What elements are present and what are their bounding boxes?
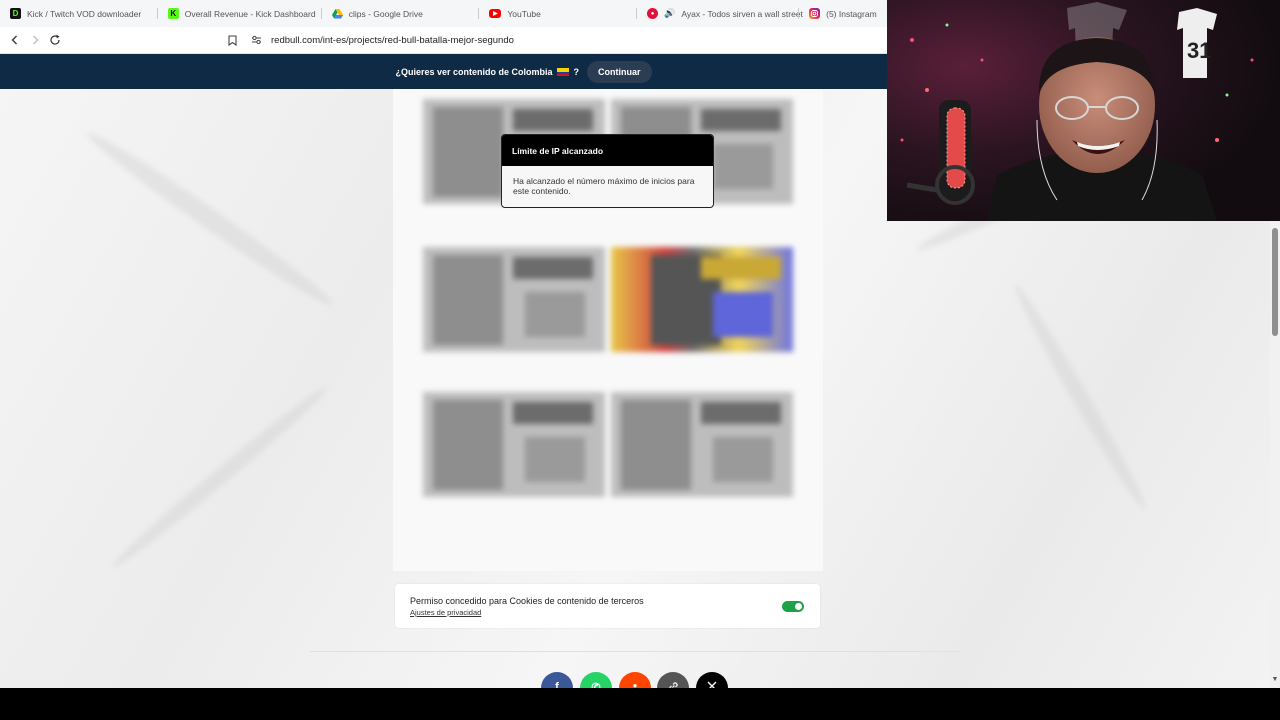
forward-icon[interactable] [25,30,45,50]
tab-label: Ayax - Todos sirven a wall street [681,8,803,19]
tab-label: clips - Google Drive [348,8,423,19]
ip-limit-dialog: Límite de IP alcanzado Ha alcanzado el n… [501,134,714,208]
youtube-icon [489,9,502,18]
country-question-text: ¿Quieres ver contenido de Colombia [395,66,553,77]
webcam-overlay: 31 [887,0,1280,221]
video-thumbnail[interactable] [611,392,793,497]
google-drive-icon [331,8,343,19]
bottom-black-bar [0,688,1280,720]
page-scrollbar[interactable]: ▼ [1270,221,1280,688]
speaker-icon[interactable]: 🔊 [664,8,675,19]
scroll-thumb[interactable] [1272,228,1278,336]
svg-text:31: 31 [1187,38,1211,63]
url-field[interactable]: redbull.com/int-es/projects/red-bull-bat… [271,35,514,46]
tab-vod-downloader[interactable]: D Kick / Twitch VOD downloader [0,0,158,27]
cookie-consent: Permiso concedido para Cookies de conten… [395,584,820,628]
tab-youtube[interactable]: YouTube [479,0,638,27]
tab-label: Kick / Twitch VOD downloader [27,8,142,19]
video-thumbnail[interactable] [611,247,793,352]
country-banner: ¿Quieres ver contenido de Colombia ? Con… [0,54,887,89]
tab-label: YouTube [507,8,541,19]
webcam-feed: 31 [887,0,1280,221]
bookmark-icon[interactable] [225,33,239,47]
music-icon: ● [647,8,659,19]
browser-toolbar: redbull.com/int-es/projects/red-bull-bat… [0,27,887,54]
scroll-down-icon[interactable]: ▼ [1271,676,1279,683]
tab-instagram[interactable]: (5) Instagram [799,0,887,27]
tab-label: (5) Instagram [826,8,877,19]
tab-google-drive[interactable]: clips - Google Drive [322,0,480,27]
tab-ayax[interactable]: ● 🔊 Ayax - Todos sirven a wall street [637,0,803,27]
site-settings-icon[interactable] [249,30,263,50]
cookie-toggle[interactable] [782,601,804,612]
country-question: ¿Quieres ver contenido de Colombia ? [395,67,579,77]
dialog-title: Límite de IP alcanzado [502,135,713,166]
privacy-settings-link[interactable]: Ajustes de privacidad [410,608,481,617]
reload-icon[interactable] [45,30,65,50]
video-thumbnail[interactable] [423,392,605,497]
tab-strip: D Kick / Twitch VOD downloader K Overall… [0,0,887,27]
screen: D Kick / Twitch VOD downloader K Overall… [0,0,1280,720]
kick-d-icon: D [10,8,21,19]
tab-label: Overall Revenue - Kick Dashboard [184,8,316,19]
back-icon[interactable] [5,30,25,50]
continue-button[interactable]: Continuar [587,60,652,83]
instagram-icon [809,8,821,19]
question-mark: ? [573,66,580,77]
dialog-message: Ha alcanzado el número máximo de inicios… [513,176,695,196]
colombia-flag-icon [557,67,570,76]
video-thumbnail[interactable] [423,247,605,352]
section-divider [310,651,960,652]
kick-k-icon: K [167,8,179,19]
consent-title: Permiso concedido para Cookies de conten… [410,596,644,606]
tab-kick-dashboard[interactable]: K Overall Revenue - Kick Dashboard [158,0,322,27]
